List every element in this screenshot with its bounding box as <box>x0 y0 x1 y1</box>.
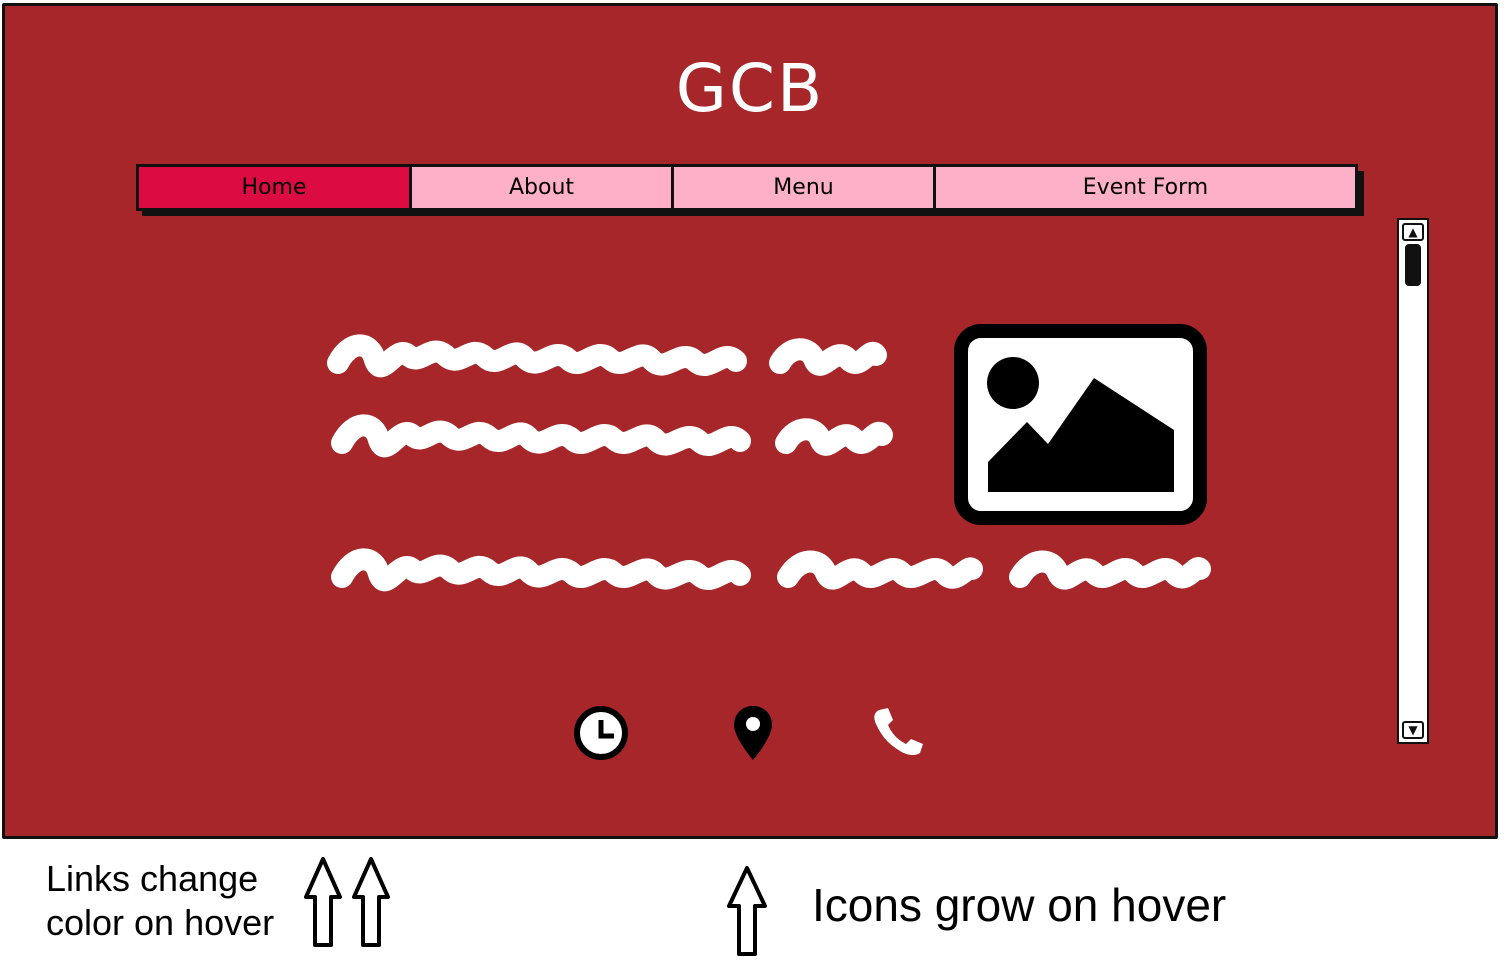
text-line-1 <box>327 334 747 378</box>
nav-menu[interactable]: Menu <box>674 167 936 208</box>
nav-about[interactable]: About <box>412 167 674 208</box>
text-word-1 <box>769 338 887 376</box>
nav-event-form[interactable]: Event Form <box>936 167 1355 208</box>
phone-icon[interactable] <box>868 702 926 760</box>
text-word-2 <box>775 418 893 456</box>
up-arrow-icon <box>727 866 767 956</box>
text-word-3 <box>777 550 983 590</box>
site-title: GCB <box>675 50 825 127</box>
links-annotation-line2: color on hover <box>46 902 275 943</box>
scroll-thumb[interactable] <box>1405 244 1421 286</box>
nav-home[interactable]: Home <box>139 167 412 208</box>
contact-icons <box>560 698 940 768</box>
up-arrow-icon <box>304 857 390 947</box>
links-annotation: Links change color on hover <box>46 857 274 945</box>
scroll-down-icon[interactable]: ▼ <box>1402 721 1424 739</box>
main-nav: Home About Menu Event Form <box>136 164 1358 211</box>
links-annotation-line1: Links change <box>46 858 259 899</box>
map-pin-icon[interactable] <box>732 704 774 762</box>
text-line-3 <box>331 548 751 592</box>
scrollbar[interactable]: ▲ ▼ <box>1397 218 1429 744</box>
clock-icon[interactable] <box>572 704 630 762</box>
text-line-2 <box>331 414 751 458</box>
scroll-up-icon[interactable]: ▲ <box>1402 223 1424 241</box>
image-placeholder-icon <box>954 324 1207 525</box>
icons-annotation: Icons grow on hover <box>812 879 1227 931</box>
text-word-4 <box>1009 550 1211 590</box>
